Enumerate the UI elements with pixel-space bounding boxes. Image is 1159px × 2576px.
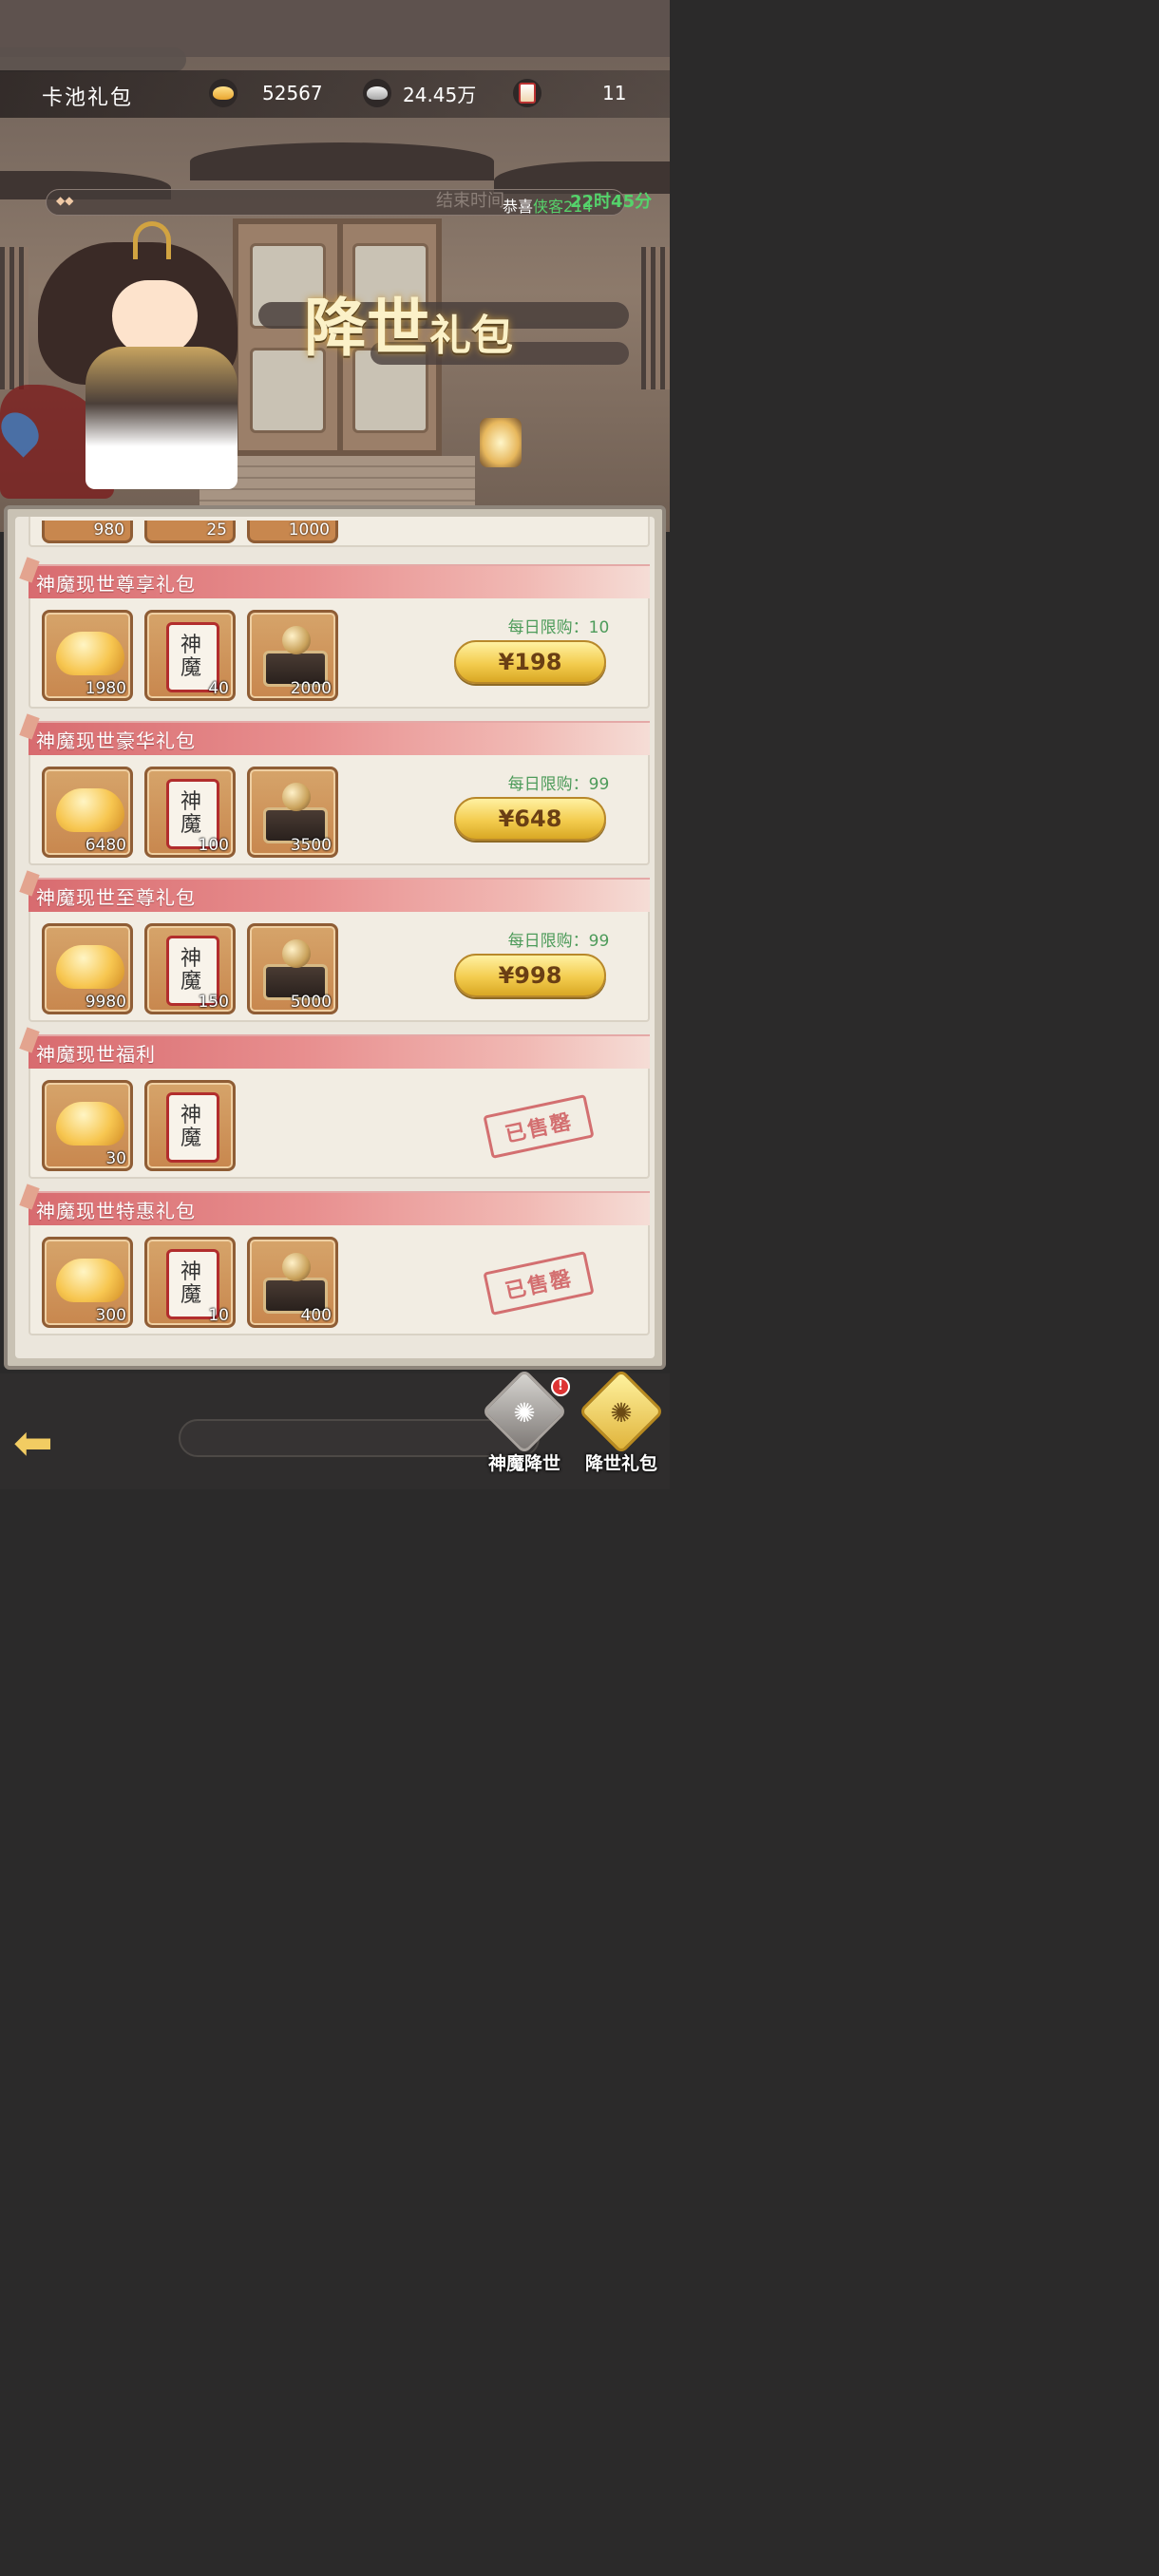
package-name: 神魔现世豪华礼包 bbox=[36, 729, 196, 752]
item-slot[interactable]: 5000 bbox=[247, 923, 338, 1014]
buy-button[interactable]: ¥998 bbox=[454, 954, 606, 997]
hero-character-art bbox=[0, 214, 342, 508]
tab-label: 神魔降世 bbox=[487, 1453, 560, 1474]
item-slot[interactable]: 神魔 bbox=[144, 1080, 236, 1171]
item-quantity: 980 bbox=[42, 521, 133, 543]
tab-label: 降世礼包 bbox=[584, 1453, 657, 1474]
item-quantity: 6480 bbox=[85, 836, 126, 855]
item-slot[interactable]: 1980 bbox=[42, 610, 133, 701]
item-quantity: 1000 bbox=[247, 521, 338, 543]
gold-amount: 52567 bbox=[262, 82, 323, 104]
gold-ingot-icon bbox=[209, 79, 238, 107]
summon-card-icon bbox=[513, 79, 542, 107]
item-slot[interactable]: 神魔 150 bbox=[144, 923, 236, 1014]
item-quantity: 10 bbox=[208, 1306, 229, 1325]
package-scroll-list[interactable]: 980 25 1000 神魔现世尊享礼包 1980 神魔 40 2000 每日限购… bbox=[19, 517, 650, 1353]
package-name: 神魔现世至尊礼包 bbox=[36, 886, 196, 909]
item-quantity: 100 bbox=[198, 836, 229, 855]
daily-limit: 每日限购：99 bbox=[507, 932, 610, 951]
buy-button[interactable]: ¥648 bbox=[454, 797, 606, 841]
item-quantity: 1980 bbox=[85, 679, 126, 698]
item-slot[interactable]: 神魔 100 bbox=[144, 767, 236, 858]
package-name: 神魔现世特惠礼包 bbox=[36, 1200, 196, 1222]
marquee-dots: ◆◆ bbox=[56, 194, 74, 207]
resource-card[interactable]: 11 bbox=[513, 78, 626, 108]
gold-ingot-icon bbox=[56, 788, 124, 832]
item-quantity: 25 bbox=[144, 521, 236, 543]
silver-amount: 24.45万 bbox=[403, 83, 477, 106]
sold-out-stamp: 已售罄 bbox=[483, 1251, 595, 1316]
item-slot[interactable]: 3500 bbox=[247, 767, 338, 858]
package-name: 神魔现世福利 bbox=[36, 1043, 156, 1066]
daily-limit: 每日限购：99 bbox=[507, 775, 610, 794]
item-quantity: 300 bbox=[95, 1306, 126, 1325]
roof-center bbox=[190, 142, 494, 180]
package-card: 神魔现世福利 30 神魔 已售罄 bbox=[19, 1027, 650, 1179]
resource-gold[interactable]: 52567 bbox=[209, 78, 323, 108]
swirl-emblem-icon: ✺ bbox=[513, 1397, 536, 1429]
item-quantity: 3500 bbox=[290, 836, 332, 855]
item-quantity: 9980 bbox=[85, 993, 126, 1012]
back-arrow-icon[interactable]: ⬅ bbox=[13, 1419, 80, 1467]
item-quantity: 40 bbox=[208, 679, 229, 698]
package-card-partial: 980 25 1000 bbox=[28, 517, 650, 547]
shenmo-scroll-icon: 神魔 bbox=[166, 1092, 219, 1163]
item-quantity: 150 bbox=[198, 993, 229, 1012]
tab-jiangshi-libao[interactable]: ✺ 降世礼包 bbox=[574, 1368, 669, 1484]
header-tab-decoration bbox=[0, 47, 186, 72]
item-slot[interactable]: 神魔 40 bbox=[144, 610, 236, 701]
item-slot[interactable]: 6480 bbox=[42, 767, 133, 858]
lantern-icon bbox=[480, 418, 522, 467]
package-list-panel: 980 25 1000 神魔现世尊享礼包 1980 神魔 40 2000 每日限购… bbox=[4, 505, 666, 1370]
package-card: 神魔现世至尊礼包 9980 神魔 150 5000 每日限购：99 ¥998 bbox=[19, 870, 650, 1022]
resource-silver[interactable]: 24.45万 bbox=[363, 78, 476, 108]
page-title: 卡池礼包 bbox=[42, 86, 134, 110]
item-slot[interactable]: 2000 bbox=[247, 610, 338, 701]
gold-ingot-icon bbox=[56, 945, 124, 989]
daily-limit: 每日限购：10 bbox=[507, 618, 610, 637]
item-quantity: 2000 bbox=[290, 679, 332, 698]
buy-button[interactable]: ¥198 bbox=[454, 640, 606, 684]
banner-title: 降世礼包 bbox=[304, 291, 513, 365]
card-amount: 11 bbox=[602, 82, 627, 104]
sold-out-stamp: 已售罄 bbox=[483, 1094, 595, 1159]
item-slot[interactable]: 300 bbox=[42, 1237, 133, 1328]
item-slot[interactable]: 9980 bbox=[42, 923, 133, 1014]
bottom-navigation: ⬅ ✺ 神魔降世 ✺ 降世礼包 bbox=[0, 1368, 670, 1489]
gold-ingot-icon bbox=[56, 1259, 124, 1302]
package-card: 神魔现世尊享礼包 1980 神魔 40 2000 每日限购：10 ¥198 bbox=[19, 557, 650, 709]
item-slot[interactable]: 神魔 10 bbox=[144, 1237, 236, 1328]
gift-pack-screen: 卡池礼包 52567 24.45万 11 ◆◆ 结束时间 恭喜侠客214 22时… bbox=[0, 0, 670, 1489]
package-name: 神魔现世尊享礼包 bbox=[36, 573, 196, 596]
end-time-label: 结束时间 bbox=[436, 191, 504, 211]
item-quantity: 400 bbox=[300, 1306, 332, 1325]
package-card: 神魔现世豪华礼包 6480 神魔 100 3500 每日限购：99 ¥648 bbox=[19, 713, 650, 865]
package-card: 神魔现世特惠礼包 300 神魔 10 400 已售罄 bbox=[19, 1184, 650, 1335]
gold-ingot-icon bbox=[56, 1102, 124, 1146]
lattice-window-right bbox=[641, 247, 670, 389]
silver-ingot-icon bbox=[363, 79, 391, 107]
announcement-marquee: ◆◆ 结束时间 恭喜侠客214 bbox=[46, 189, 625, 216]
item-slot[interactable]: 400 bbox=[247, 1237, 338, 1328]
dragon-emblem-icon: ✺ bbox=[610, 1397, 633, 1429]
notification-badge: ! bbox=[551, 1377, 570, 1396]
item-quantity: 30 bbox=[105, 1149, 126, 1168]
item-slot[interactable]: 30 bbox=[42, 1080, 133, 1171]
item-quantity: 5000 bbox=[290, 993, 332, 1012]
gold-ingot-icon bbox=[56, 632, 124, 675]
event-countdown: 22时45分 bbox=[570, 192, 653, 212]
